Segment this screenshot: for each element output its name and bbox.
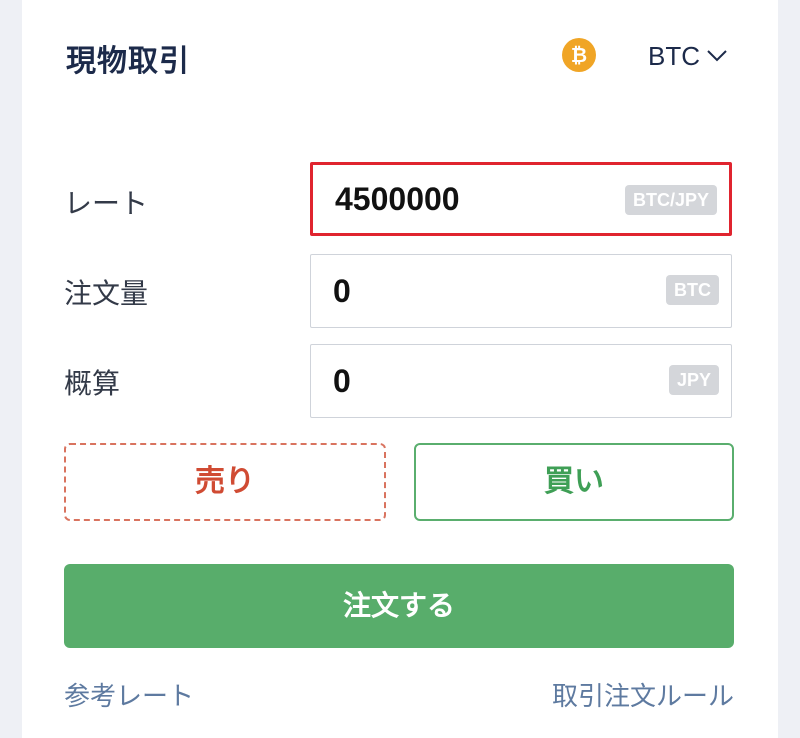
currency-label: BTC <box>648 40 700 71</box>
estimate-label: 概算 <box>64 367 121 400</box>
reference-rate-link[interactable]: 参考レート <box>64 676 194 713</box>
amount-unit-badge: BTC <box>666 275 719 305</box>
currency-selector[interactable]: BTC <box>648 38 728 74</box>
estimate-input[interactable] <box>333 345 593 417</box>
trading-rules-link[interactable]: 取引注文ルール <box>552 676 734 713</box>
place-order-button[interactable]: 注文する <box>64 564 734 648</box>
rate-label: レート <box>64 187 149 220</box>
bitcoin-icon: ₿ <box>562 38 596 72</box>
rate-unit-badge: BTC/JPY <box>624 185 717 215</box>
chevron-down-icon <box>707 50 727 62</box>
rate-input[interactable] <box>335 165 595 233</box>
amount-input[interactable] <box>333 255 593 327</box>
sell-button[interactable]: 売り <box>64 443 386 521</box>
estimate-field[interactable]: JPY <box>310 344 732 418</box>
page-title: 現物取引 <box>66 44 190 79</box>
amount-field[interactable]: BTC <box>310 254 732 328</box>
estimate-unit-badge: JPY <box>668 365 719 395</box>
amount-label: 注文量 <box>64 277 149 310</box>
buy-button[interactable]: 買い <box>414 443 734 521</box>
rate-field[interactable]: BTC/JPY <box>310 162 732 236</box>
spot-trade-panel: 現物取引 ₿ BTC レート BTC/JPY 注文量 BTC 概算 JPY 売り… <box>22 0 778 738</box>
